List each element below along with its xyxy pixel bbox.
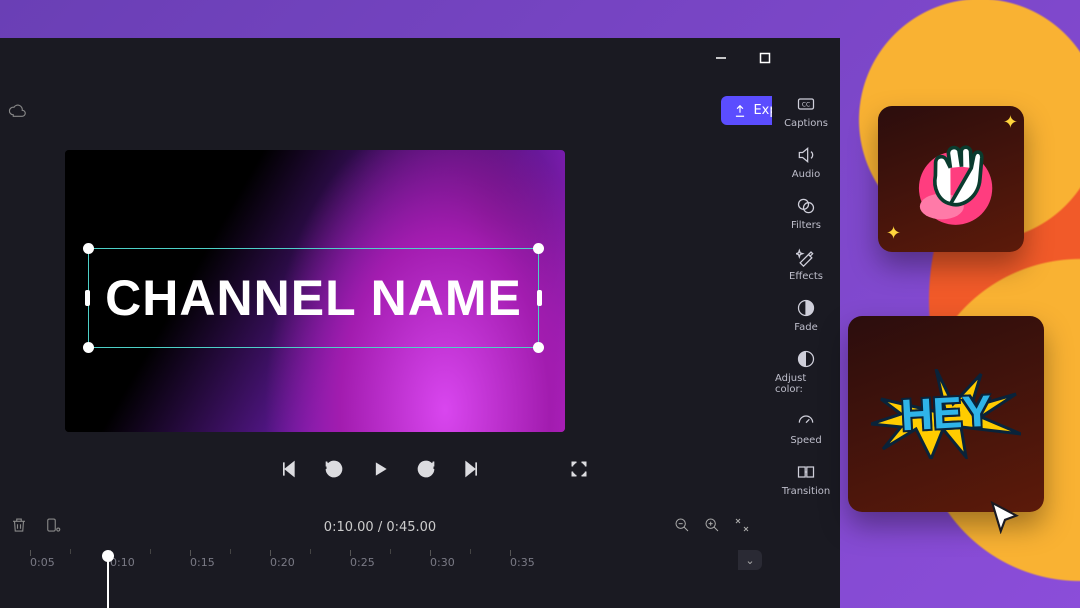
- side-item-transition[interactable]: Transition: [775, 462, 837, 497]
- zoom-in-button[interactable]: [704, 517, 720, 537]
- fullscreen-button[interactable]: [568, 458, 590, 480]
- side-item-fade[interactable]: Fade: [775, 298, 837, 333]
- minimize-button[interactable]: [712, 49, 730, 67]
- fit-timeline-button[interactable]: [734, 517, 750, 537]
- skip-back-button[interactable]: [277, 458, 299, 480]
- waving-hand-icon: [896, 124, 1006, 234]
- side-panel: CC Captions Audio Filters Effects Fade A…: [772, 38, 840, 608]
- sparkle-icon: ✦: [886, 223, 901, 244]
- side-label: Adjust color:: [775, 373, 837, 395]
- resize-handle-tr[interactable]: [533, 243, 544, 254]
- ruler-tick: 0:30: [430, 556, 455, 569]
- app-window: Export 16:9 CHANNEL NAME 5 5 0:10.00: [0, 38, 840, 608]
- side-item-audio[interactable]: Audio: [775, 145, 837, 180]
- side-label: Transition: [782, 486, 830, 497]
- text-selection-box[interactable]: CHANNEL NAME: [88, 248, 539, 348]
- side-label: Fade: [794, 322, 817, 333]
- timeline-ruler[interactable]: 0:05 0:10 0:15 0:20 0:25 0:30 0:35: [0, 550, 760, 580]
- resize-handle-br[interactable]: [533, 342, 544, 353]
- delete-button[interactable]: [10, 516, 28, 538]
- resize-handle-mr[interactable]: [537, 290, 542, 306]
- side-item-filters[interactable]: Filters: [775, 196, 837, 231]
- play-button[interactable]: [369, 458, 391, 480]
- cloud-sync-icon[interactable]: [8, 102, 26, 124]
- sticker-hey[interactable]: HEY: [848, 316, 1044, 512]
- ruler-tick: 0:35: [510, 556, 535, 569]
- playback-controls: 5 5: [0, 446, 760, 492]
- side-label: Speed: [790, 435, 821, 446]
- side-label: Captions: [784, 118, 828, 129]
- side-label: Effects: [789, 271, 823, 282]
- ruler-tick: 0:10: [110, 556, 135, 569]
- side-item-effects[interactable]: Effects: [775, 247, 837, 282]
- zoom-out-button[interactable]: [674, 517, 690, 537]
- split-button[interactable]: [44, 516, 62, 538]
- cursor-icon: [988, 500, 1022, 538]
- rewind-5-button[interactable]: 5: [323, 458, 345, 480]
- hey-text: HEY: [900, 387, 993, 442]
- ruler-tick: 0:20: [270, 556, 295, 569]
- playhead[interactable]: [107, 552, 109, 608]
- sparkle-icon: ✦: [1003, 112, 1018, 133]
- side-item-captions[interactable]: CC Captions: [775, 94, 837, 129]
- forward-5-button[interactable]: 5: [415, 458, 437, 480]
- ruler-tick: 0:15: [190, 556, 215, 569]
- time-display: 0:10.00 / 0:45.00: [324, 520, 436, 535]
- sticker-waving-hand[interactable]: ✦ ✦: [878, 106, 1024, 252]
- side-label: Filters: [791, 220, 821, 231]
- ruler-tick: 0:25: [350, 556, 375, 569]
- side-label: Audio: [792, 169, 820, 180]
- selected-text[interactable]: CHANNEL NAME: [105, 269, 522, 327]
- collapse-panel-button[interactable]: ⌄: [738, 550, 762, 570]
- total-time: 0:45.00: [386, 520, 436, 535]
- ruler-tick: 0:05: [30, 556, 55, 569]
- side-item-adjust-colors[interactable]: Adjust color:: [775, 349, 837, 395]
- current-time: 0:10.00: [324, 520, 374, 535]
- svg-text:CC: CC: [802, 103, 810, 109]
- resize-handle-ml[interactable]: [85, 290, 90, 306]
- skip-forward-button[interactable]: [461, 458, 483, 480]
- resize-handle-tl[interactable]: [83, 243, 94, 254]
- resize-handle-bl[interactable]: [83, 342, 94, 353]
- time-bar: 0:10.00 / 0:45.00: [0, 512, 760, 542]
- side-item-speed[interactable]: Speed: [775, 411, 837, 446]
